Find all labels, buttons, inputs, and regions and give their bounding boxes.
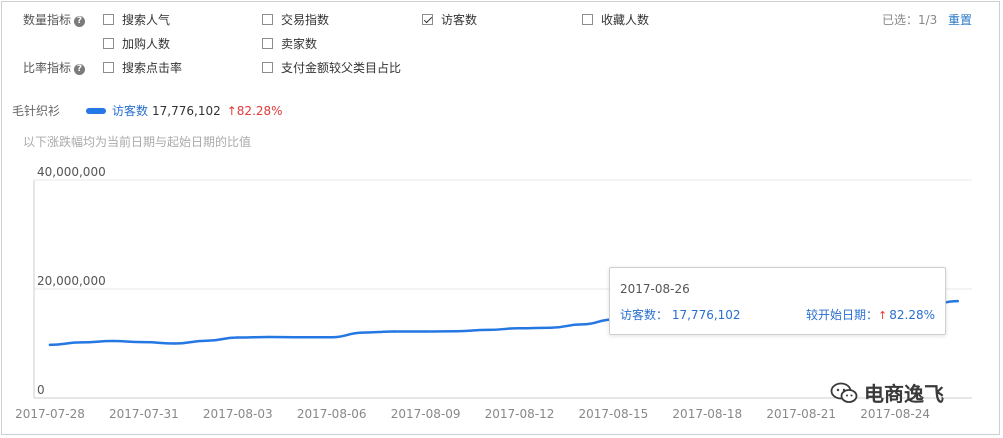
line-chart: 0 20,000,000 40,000,000 2017-07-28 2017-07-… bbox=[15, 165, 972, 421]
x-tick-label: 2017-08-09 bbox=[391, 407, 461, 421]
y-tick-label: 0 bbox=[37, 383, 45, 397]
chart-tooltip: 2017-08-26 访客数： 17,776,102 较开始日期：↑ 82.28% bbox=[609, 267, 946, 335]
data-point[interactable] bbox=[267, 335, 271, 339]
y-tick-label: 20,000,000 bbox=[37, 274, 106, 288]
data-point[interactable] bbox=[48, 343, 52, 347]
data-point[interactable] bbox=[487, 328, 490, 332]
data-point[interactable] bbox=[205, 339, 208, 342]
x-tick-label: 2017-08-06 bbox=[297, 407, 367, 421]
tooltip-compare-label: 较开始日期： bbox=[806, 308, 879, 322]
data-point[interactable] bbox=[580, 323, 584, 326]
tooltip-change-value: 82.28% bbox=[889, 308, 935, 322]
x-tick-label: 2017-08-18 bbox=[672, 407, 742, 421]
x-tick-label: 2017-08-03 bbox=[203, 407, 273, 421]
watermark-text: 电商逸飞 bbox=[864, 382, 944, 406]
x-tick-label: 2017-07-28 bbox=[15, 407, 85, 421]
tooltip-date: 2017-08-26 bbox=[620, 282, 690, 296]
data-point[interactable] bbox=[299, 336, 302, 339]
x-tick-label: 2017-08-12 bbox=[485, 407, 555, 421]
wechat-icon bbox=[830, 382, 858, 403]
data-point[interactable] bbox=[111, 339, 114, 343]
data-point[interactable] bbox=[236, 336, 239, 339]
x-tick-label: 2017-08-24 bbox=[860, 407, 930, 421]
data-point[interactable] bbox=[393, 330, 396, 333]
watermark: 电商逸飞 bbox=[830, 378, 944, 407]
x-tick-label: 2017-08-15 bbox=[579, 407, 649, 421]
x-tick-label: 2017-07-31 bbox=[109, 407, 179, 421]
data-point[interactable] bbox=[361, 331, 365, 334]
data-point[interactable] bbox=[455, 330, 459, 333]
data-point[interactable] bbox=[424, 330, 427, 333]
data-point[interactable] bbox=[956, 299, 959, 303]
data-point[interactable] bbox=[80, 341, 83, 344]
data-point[interactable] bbox=[330, 336, 333, 339]
data-point[interactable] bbox=[174, 342, 177, 345]
x-tick-label: 2017-08-21 bbox=[766, 407, 836, 421]
tooltip-metric-value: 17,776,102 bbox=[671, 308, 741, 322]
data-point[interactable] bbox=[549, 326, 552, 329]
tooltip-row: 访客数： 17,776,102 较开始日期：↑ 82.28% bbox=[620, 306, 935, 323]
y-tick-label: 40,000,000 bbox=[37, 165, 106, 179]
data-point[interactable] bbox=[518, 327, 521, 330]
data-point[interactable] bbox=[142, 340, 146, 344]
up-arrow-icon: ↑ bbox=[878, 309, 888, 322]
tooltip-compare: 较开始日期：↑ 82.28% bbox=[806, 306, 935, 323]
tooltip-metric-label: 访客数： bbox=[620, 308, 669, 322]
tooltip-metric: 访客数： 17,776,102 bbox=[620, 306, 741, 323]
